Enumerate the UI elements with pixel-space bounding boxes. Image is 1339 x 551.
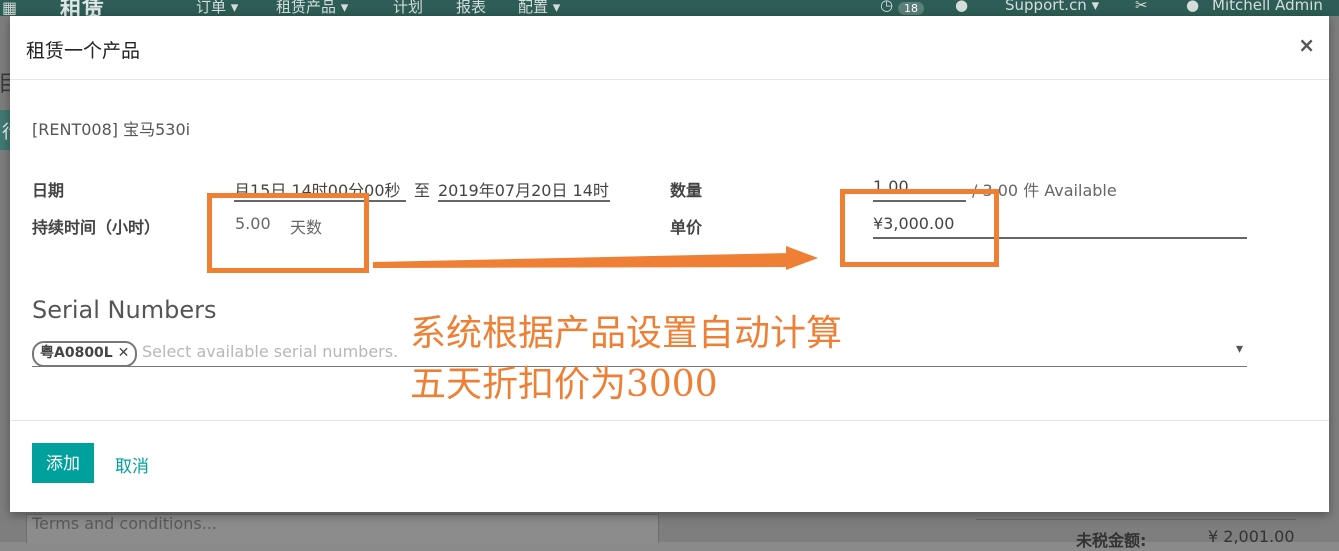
annotation-line-1: 系统根据产品设置自动计算 <box>410 313 843 354</box>
arrow-head <box>786 246 818 270</box>
annotation-arrow <box>373 246 818 270</box>
arrow-shaft <box>373 253 790 268</box>
annotation-line-2: 五天折扣价为3000 <box>410 364 718 405</box>
